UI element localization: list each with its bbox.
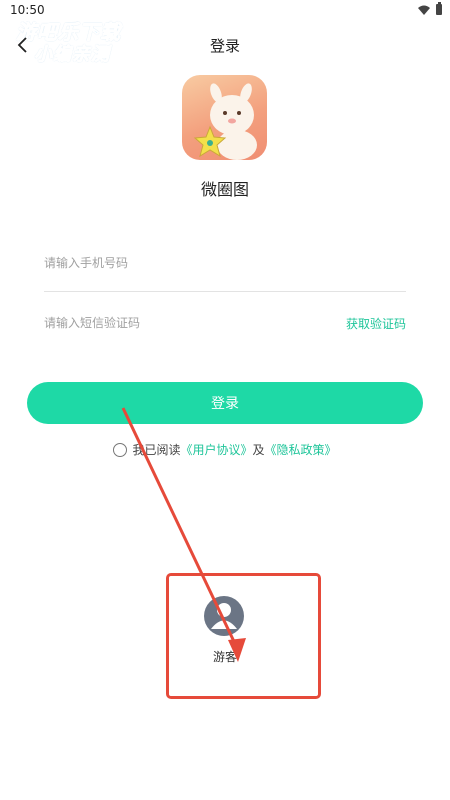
field-divider <box>44 291 406 292</box>
battery-icon <box>436 2 442 15</box>
guest-label: 游客 <box>212 650 237 664</box>
status-icons <box>418 2 442 15</box>
wifi-icon <box>418 5 430 15</box>
app-name: 微圈图 <box>200 180 249 199</box>
login-button[interactable]: 登录 <box>27 382 423 424</box>
sms-code-input[interactable] <box>44 310 324 336</box>
user-agreement-link[interactable]: 《用户协议》 <box>180 441 252 458</box>
phone-number-input[interactable] <box>44 250 406 276</box>
alpaca-with-star-icon <box>193 83 257 160</box>
get-code-button[interactable]: 获取验证码 <box>346 315 406 332</box>
guest-avatar-icon <box>204 596 244 636</box>
app-logo <box>182 75 267 160</box>
privacy-policy-link[interactable]: 《隐私政策》 <box>265 441 337 458</box>
status-time: 10:50 <box>10 3 45 17</box>
agreement-checkbox[interactable] <box>113 442 128 457</box>
agreement-connector: 及 <box>252 443 265 457</box>
page-title: 登录 <box>209 37 240 55</box>
agreement-row: 我已阅读 《用户协议》 及 《隐私政策》 <box>0 441 450 458</box>
agreement-prefix: 我已阅读 <box>132 443 181 457</box>
